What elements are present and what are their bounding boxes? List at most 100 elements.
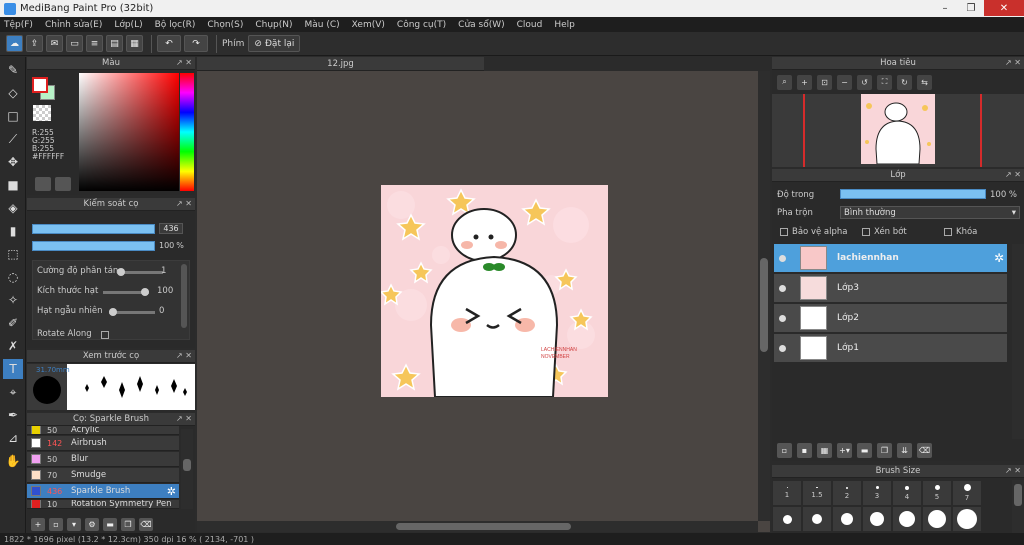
minimize-icon[interactable]: – <box>932 0 958 16</box>
brush-size-cell[interactable]: 5 <box>922 480 952 506</box>
panel-close-icon[interactable]: ↗ ✕ <box>176 199 192 208</box>
particle-size-knob[interactable] <box>141 288 149 296</box>
navigator-view[interactable] <box>772 94 1024 167</box>
param-scrollbar[interactable] <box>181 264 187 328</box>
brush-list-scroll-thumb[interactable] <box>183 459 191 471</box>
panel-close-icon[interactable]: ↗ ✕ <box>176 414 192 423</box>
rectangle-tool-icon[interactable]: □ <box>3 106 23 126</box>
grid-icon[interactable]: ▦ <box>126 35 143 52</box>
menu-color[interactable]: Màu (C) <box>305 20 340 30</box>
brush-settings-icon[interactable]: ⚙ <box>85 518 99 531</box>
zoom-out-icon[interactable]: − <box>837 74 852 90</box>
panel-close-icon[interactable]: ↗ ✕ <box>1005 58 1021 67</box>
brush-tool-icon[interactable]: ✎ <box>3 60 23 80</box>
select-rect-tool-icon[interactable]: ⬚ <box>3 244 23 264</box>
menu-view[interactable]: Xem(V) <box>352 20 385 30</box>
trash-icon[interactable]: ⌫ <box>139 518 153 531</box>
zoom-in-icon[interactable]: + <box>797 74 812 90</box>
canvas-vertical-scroll-thumb[interactable] <box>760 258 768 352</box>
menu-filter[interactable]: Bộ lọc(R) <box>155 20 196 30</box>
add-brush-icon[interactable]: + <box>31 518 45 531</box>
layer-scrollbar[interactable] <box>1012 244 1024 439</box>
panel-close-icon[interactable]: ↗ ✕ <box>176 58 192 67</box>
lock-checkbox[interactable]: Khóa <box>944 227 977 237</box>
lasso-tool-icon[interactable]: ◌ <box>3 267 23 287</box>
brush-size-scrollbar[interactable] <box>1012 480 1024 533</box>
brush-size-cell[interactable] <box>772 506 802 532</box>
eraser-tool-icon[interactable]: ◇ <box>3 83 23 103</box>
undo-icon[interactable]: ↶ <box>157 35 181 52</box>
add-layer-dropdown-icon[interactable]: +▾ <box>837 442 852 458</box>
folder-icon[interactable]: ▬ <box>857 442 872 458</box>
brush-size-cell[interactable]: 1 <box>772 480 802 506</box>
artwork-canvas[interactable]: LACHIENNHAN NOVEMBER <box>381 185 608 397</box>
brush-size-cell[interactable] <box>952 506 982 532</box>
hue-slider[interactable] <box>180 73 194 191</box>
comment-icon[interactable]: ✉ <box>46 35 63 52</box>
brush-size-cell[interactable] <box>832 506 862 532</box>
brush-size-cell[interactable] <box>892 506 922 532</box>
brush-size-cell[interactable]: 1.5 <box>802 480 832 506</box>
gear-icon[interactable]: ✲ <box>994 251 1004 265</box>
menu-capture[interactable]: Chụp(N) <box>255 20 292 30</box>
panel-close-icon[interactable]: ↗ ✕ <box>1005 170 1021 179</box>
layer-row[interactable]: Lớp3 <box>774 274 1007 303</box>
panel-close-icon[interactable]: ↗ ✕ <box>1005 466 1021 475</box>
fit-icon[interactable]: ⊡ <box>817 74 832 90</box>
rotate-left-icon[interactable]: ↺ <box>857 74 872 90</box>
alpha-protect-checkbox[interactable]: Bảo vệ alpha <box>780 227 847 237</box>
color-palette-icon[interactable] <box>55 177 71 191</box>
operation-tool-icon[interactable]: ⌖ <box>3 382 23 402</box>
hand-tool-icon[interactable]: ✋ <box>3 451 23 471</box>
brush-size-cell[interactable]: 3 <box>862 480 892 506</box>
gear-icon[interactable]: ✲ <box>167 485 176 498</box>
menu-layer[interactable]: Lớp(L) <box>114 20 142 30</box>
rotate-along-checkbox[interactable] <box>101 331 109 339</box>
brush-size-cell[interactable]: 4 <box>892 480 922 506</box>
brush-item-blur[interactable]: 50 Blur <box>27 452 179 467</box>
random-knob[interactable] <box>109 308 117 316</box>
canvas-horizontal-scrollbar[interactable] <box>197 521 758 532</box>
magic-wand-tool-icon[interactable]: ✧ <box>3 290 23 310</box>
saturation-value-picker[interactable] <box>79 73 179 191</box>
brush-size-value[interactable]: 436 <box>159 223 183 234</box>
select-pen-tool-icon[interactable]: ✐ <box>3 313 23 333</box>
canvas-horizontal-scroll-thumb[interactable] <box>396 523 571 530</box>
layer-opacity-slider[interactable] <box>840 189 986 199</box>
canvas-vertical-scrollbar[interactable] <box>758 71 770 521</box>
dot-tool-icon[interactable]: ⟋ <box>3 129 23 149</box>
close-icon[interactable]: ✕ <box>984 0 1024 16</box>
duplicate-layer-icon[interactable]: ❐ <box>877 442 892 458</box>
image-list-icon[interactable]: ▤ <box>106 35 123 52</box>
brush-size-cell[interactable] <box>922 506 952 532</box>
layer-row[interactable]: Lớp1 <box>774 334 1007 363</box>
new-color-layer-icon[interactable]: ▪ <box>797 442 812 458</box>
brush-size-slider[interactable] <box>32 223 155 234</box>
message-icon[interactable]: ▭ <box>66 35 83 52</box>
move-tool-icon[interactable]: ✥ <box>3 152 23 172</box>
clipping-checkbox[interactable]: Xén bớt <box>862 227 907 237</box>
fit-window-icon[interactable]: ⛶ <box>877 74 892 90</box>
brush-item-smudge[interactable]: 70 Smudge <box>27 468 179 483</box>
fill-rect-tool-icon[interactable]: ■ <box>3 175 23 195</box>
duplicate-icon[interactable]: ❐ <box>121 518 135 531</box>
brush-item-acrylic[interactable]: 50 Acrylic <box>27 426 179 435</box>
cloud-icon[interactable]: ☁ <box>6 35 23 52</box>
menu-window[interactable]: Cửa sổ(W) <box>458 20 504 30</box>
brush-item-airbrush[interactable]: 142 Airbrush <box>27 436 179 451</box>
share-icon[interactable]: ⇪ <box>26 35 43 52</box>
visibility-icon[interactable] <box>779 314 786 322</box>
layer-row[interactable]: Lớp2 <box>774 304 1007 333</box>
visibility-icon[interactable] <box>779 254 786 262</box>
canvas-tab[interactable]: 12.jpg <box>197 57 484 71</box>
brush-size-cell[interactable]: 2 <box>832 480 862 506</box>
menu-file[interactable]: Tệp(F) <box>4 20 33 30</box>
menu-cloud[interactable]: Cloud <box>517 20 543 30</box>
redo-icon[interactable]: ↷ <box>184 35 208 52</box>
text-tool-icon[interactable]: T <box>3 359 23 379</box>
scatter-knob[interactable] <box>117 268 125 276</box>
brush-list-scrollbar[interactable] <box>181 429 193 509</box>
bucket-tool-icon[interactable]: ◈ <box>3 198 23 218</box>
menu-select[interactable]: Chọn(S) <box>207 20 243 30</box>
menu-help[interactable]: Help <box>554 20 575 30</box>
